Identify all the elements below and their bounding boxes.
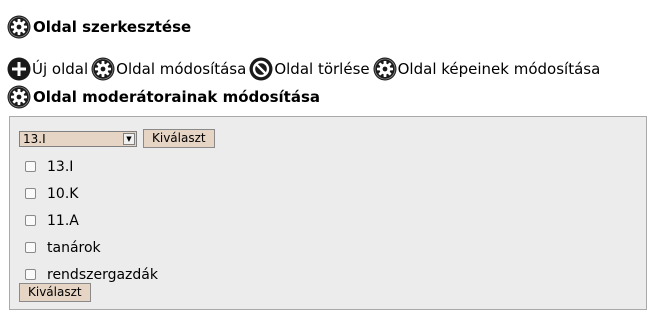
list-item: 13.I (25, 153, 158, 180)
edit-page-images-link[interactable]: Oldal képeinek módosítása (373, 57, 601, 81)
submit-moderators-button[interactable]: Kiválaszt (19, 283, 91, 302)
checkbox-label[interactable]: rendszergazdák (47, 267, 158, 283)
plus-circle-icon[interactable] (7, 57, 31, 81)
edit-page-images-label[interactable]: Oldal képeinek módosítása (398, 60, 601, 78)
checkbox-label[interactable]: 13.I (47, 159, 73, 175)
page-header: Oldal szerkesztése (7, 15, 191, 39)
list-item: 11.A (25, 207, 158, 234)
edit-page-label[interactable]: Oldal módosítása (116, 60, 246, 78)
edit-page-link[interactable]: Oldal módosítása (91, 57, 246, 81)
gear-icon (7, 85, 31, 109)
new-page-link[interactable]: Új oldal (7, 57, 88, 81)
checkbox-label[interactable]: 11.A (47, 213, 79, 229)
moderators-title: Oldal moderátorainak módosítása (33, 88, 321, 106)
checkbox-11a[interactable] (25, 215, 36, 226)
checkbox-10k[interactable] (25, 188, 36, 199)
select-group-button[interactable]: Kiválaszt (143, 129, 215, 148)
moderator-checkbox-list: 13.I 10.K 11.A tanárok rendszergazdák (25, 153, 158, 288)
new-page-label[interactable]: Új oldal (32, 60, 88, 78)
delete-page-link[interactable]: Oldal törlése (249, 57, 370, 81)
chevron-down-icon[interactable]: ▼ (123, 132, 135, 145)
delete-page-label[interactable]: Oldal törlése (274, 60, 369, 78)
checkbox-label[interactable]: tanárok (47, 240, 101, 256)
gear-icon (7, 15, 31, 39)
moderators-panel: 13.I ▼ Kiválaszt 13.I 10.K 11.A tanárok (9, 116, 647, 310)
no-entry-icon[interactable] (249, 57, 273, 81)
list-item: tanárok (25, 234, 158, 261)
checkbox-label[interactable]: 10.K (47, 186, 78, 202)
action-toolbar: Új oldal Oldal módosítása Oldal törlése … (7, 57, 603, 81)
checkbox-tanarok[interactable] (25, 242, 36, 253)
gear-icon[interactable] (91, 57, 115, 81)
gear-icon[interactable] (373, 57, 397, 81)
checkbox-13i[interactable] (25, 161, 36, 172)
list-item: 10.K (25, 180, 158, 207)
checkbox-rendszergazdak[interactable] (25, 269, 36, 280)
moderators-header: Oldal moderátorainak módosítása (7, 85, 320, 109)
page-title: Oldal szerkesztése (33, 18, 192, 36)
group-select-row: 13.I ▼ Kiválaszt (19, 129, 215, 148)
group-select-value[interactable]: 13.I (23, 132, 46, 146)
page: Oldal szerkesztése Új oldal Oldal módosí… (0, 0, 655, 324)
group-select[interactable]: 13.I ▼ (19, 130, 137, 147)
